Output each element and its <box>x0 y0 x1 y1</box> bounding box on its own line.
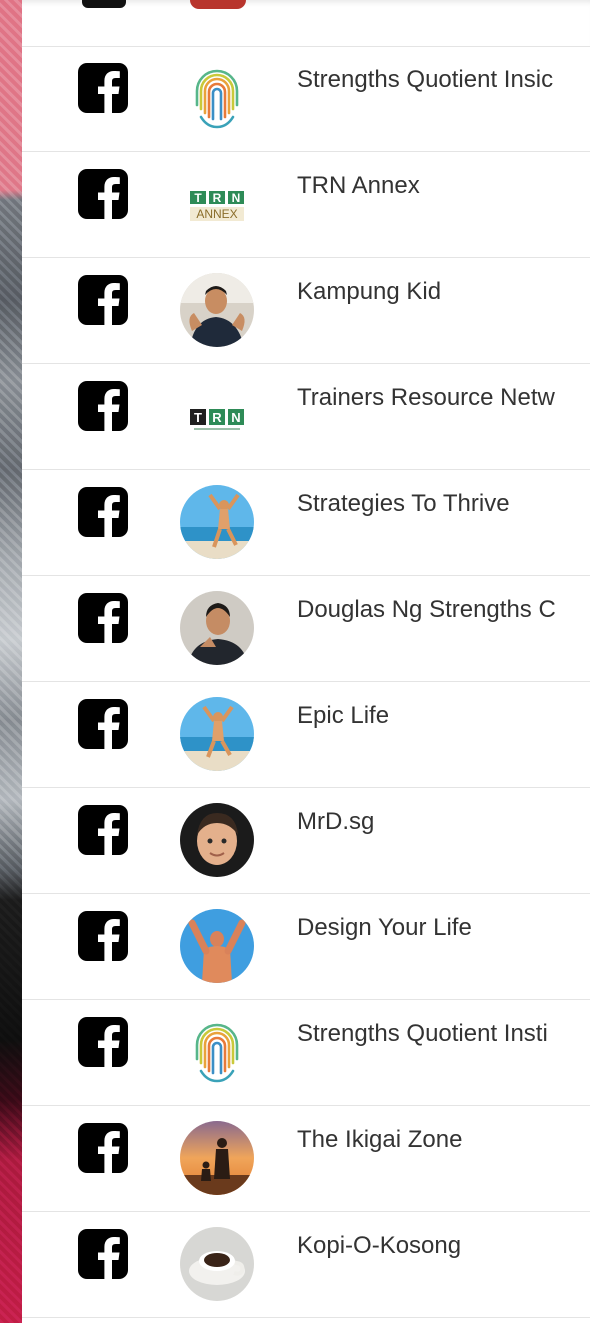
coffee-cup-photo <box>180 1227 254 1301</box>
page-name[interactable]: Epic Life <box>297 702 590 730</box>
page-name[interactable]: Kampung Kid <box>297 278 590 306</box>
logo-letter: N <box>232 191 241 205</box>
list-item[interactable]: Strengths Quotient Insic <box>22 46 590 152</box>
man-photo <box>180 273 254 347</box>
sunset-family-photo <box>180 1121 254 1195</box>
logo-letter: R <box>213 191 222 205</box>
logo-letter: R <box>212 410 222 425</box>
list-item[interactable]: Douglas Ng Strengths C <box>22 576 590 682</box>
page-name[interactable]: Design Your Life <box>297 914 590 942</box>
logo-word: ANNEX <box>196 207 237 221</box>
facebook-icon[interactable] <box>78 1017 128 1067</box>
list-item[interactable]: T R N Trainers Resource Netw <box>22 364 590 470</box>
list-item[interactable]: Epic Life <box>22 682 590 788</box>
page-name[interactable]: Douglas Ng Strengths C <box>297 596 590 624</box>
social-links-list: Strengths Quotient Insic T R N ANNEX TRN… <box>22 0 590 1323</box>
beach-jump-photo <box>180 485 254 559</box>
facebook-icon[interactable] <box>78 487 128 537</box>
page-name[interactable]: Strengths Quotient Insic <box>297 66 590 94</box>
list-item[interactable]: Kampung Kid <box>22 258 590 364</box>
list-item[interactable]: Strengths Quotient Insti <box>22 1000 590 1106</box>
3d-avatar <box>180 803 254 877</box>
fingerprint-logo <box>180 61 254 135</box>
beach-jump-photo <box>180 697 254 771</box>
logo-letter: T <box>194 410 202 425</box>
page-name[interactable]: Strategies To Thrive <box>297 490 590 518</box>
page-name[interactable]: Strengths Quotient Insti <box>297 1020 590 1048</box>
list-item[interactable]: Kopi-O-Kosong <box>22 1212 590 1318</box>
facebook-icon[interactable] <box>78 1229 128 1279</box>
avatar-partial <box>190 0 246 9</box>
trn-annex-logo: T R N ANNEX <box>180 167 254 241</box>
fingerprint-logo <box>180 1015 254 1089</box>
facebook-icon[interactable] <box>78 1123 128 1173</box>
trn-logo: T R N <box>180 379 254 453</box>
facebook-icon[interactable] <box>78 63 128 113</box>
facebook-icon[interactable] <box>78 911 128 961</box>
logo-letter: N <box>231 410 240 425</box>
background-image-strip <box>0 0 22 1323</box>
facebook-icon[interactable] <box>78 381 128 431</box>
facebook-icon[interactable] <box>78 699 128 749</box>
facebook-icon[interactable] <box>78 593 128 643</box>
arms-raised-photo <box>180 909 254 983</box>
facebook-icon[interactable] <box>78 275 128 325</box>
list-item[interactable]: MrD.sg <box>22 788 590 894</box>
list-item[interactable]: Design Your Life <box>22 894 590 1000</box>
facebook-icon[interactable] <box>78 169 128 219</box>
list-item[interactable]: The Ikigai Zone <box>22 1106 590 1212</box>
man-portrait <box>180 591 254 665</box>
logo-letter: T <box>194 191 202 205</box>
page-name[interactable]: TRN Annex <box>297 172 590 200</box>
list-item[interactable]: Strategies To Thrive <box>22 470 590 576</box>
page-name[interactable]: Trainers Resource Netw <box>297 384 590 412</box>
page-name[interactable]: Kopi-O-Kosong <box>297 1232 590 1260</box>
facebook-icon[interactable] <box>78 805 128 855</box>
page-name[interactable]: MrD.sg <box>297 808 590 836</box>
facebook-icon-partial[interactable] <box>82 0 126 8</box>
partial-row-top <box>22 0 590 47</box>
page-name[interactable]: The Ikigai Zone <box>297 1126 590 1154</box>
list-item[interactable]: T R N ANNEX TRN Annex <box>22 152 590 258</box>
